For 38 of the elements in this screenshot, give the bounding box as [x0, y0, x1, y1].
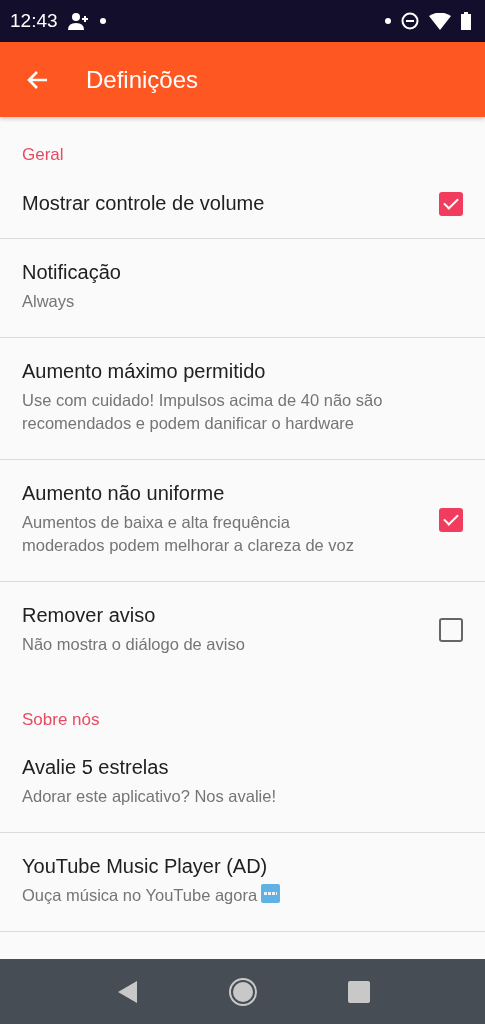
- preference-title: Aumento máximo permitido: [22, 360, 267, 383]
- preference-summary: Aumentos de baixa e alta frequência moderados podem melhorar a clareza de voz: [22, 512, 355, 556]
- preference-title: Remover aviso: [22, 604, 157, 627]
- back-button[interactable]: [26, 69, 48, 90]
- screen-title: Definições: [86, 65, 199, 94]
- preference-title: Avalie 5 estrelas: [22, 756, 170, 779]
- preference-summary: Não mostra o diálogo de aviso: [22, 634, 246, 655]
- checkbox[interactable]: [439, 507, 463, 532]
- preference-title: YouTube Music Player (AD): [22, 855, 269, 878]
- preference-summary: Always: [22, 291, 76, 312]
- home-button[interactable]: [227, 976, 258, 1007]
- preference-row[interactable]: Avalie 5 estrelas Adorar este aplicativo? Nos avalie!: [0, 734, 485, 833]
- preference-row[interactable]: YouTube Music Player (AD) Ouça música no YouTube agora: [0, 833, 485, 932]
- recents-button[interactable]: [347, 980, 370, 1003]
- preference-title: Aumento não uniforme: [22, 482, 226, 505]
- checkbox[interactable]: [439, 191, 463, 216]
- preference-row[interactable]: Remover aviso Não mostra o diálogo de aviso: [0, 582, 485, 680]
- preference-title: Notificação: [22, 261, 122, 284]
- person-add-icon: [67, 12, 90, 30]
- clock-time: 12:43: [10, 10, 58, 32]
- section-header: Sobre nós: [21, 709, 101, 731]
- section-header: Geral: [21, 144, 65, 166]
- checkbox[interactable]: [439, 618, 463, 642]
- free-badge-icon: [261, 884, 281, 903]
- preference-summary: Ouça música no YouTube agora: [22, 884, 422, 907]
- dot-icon: [99, 18, 106, 24]
- battery-icon: [461, 12, 471, 30]
- wifi-icon: [429, 12, 451, 30]
- preference-summary: Adorar este aplicativo? Nos avalie!: [22, 786, 278, 807]
- preference-title: Mostrar controle de volume: [22, 192, 266, 215]
- preference-row[interactable]: Aumento máximo permitido Use com cuidado! Impulsos acima de 40 não são recomendados e podem danificar o hardware: [0, 338, 485, 460]
- preference-row[interactable]: Aumento não uniforme Aumentos de baixa e alta frequência moderados podem melhorar a clareza de voz: [0, 460, 485, 582]
- do-not-disturb-icon: [401, 12, 419, 30]
- preference-row[interactable]: Mostrar controle de volume: [0, 169, 485, 239]
- back-arrow-icon: [26, 69, 48, 90]
- dot-icon: [385, 18, 391, 24]
- preference-row[interactable]: Notificação Always: [0, 239, 485, 338]
- preference-summary: Use com cuidado! Impulsos acima de 40 não são recomendados e podem danificar o hardware: [22, 390, 384, 434]
